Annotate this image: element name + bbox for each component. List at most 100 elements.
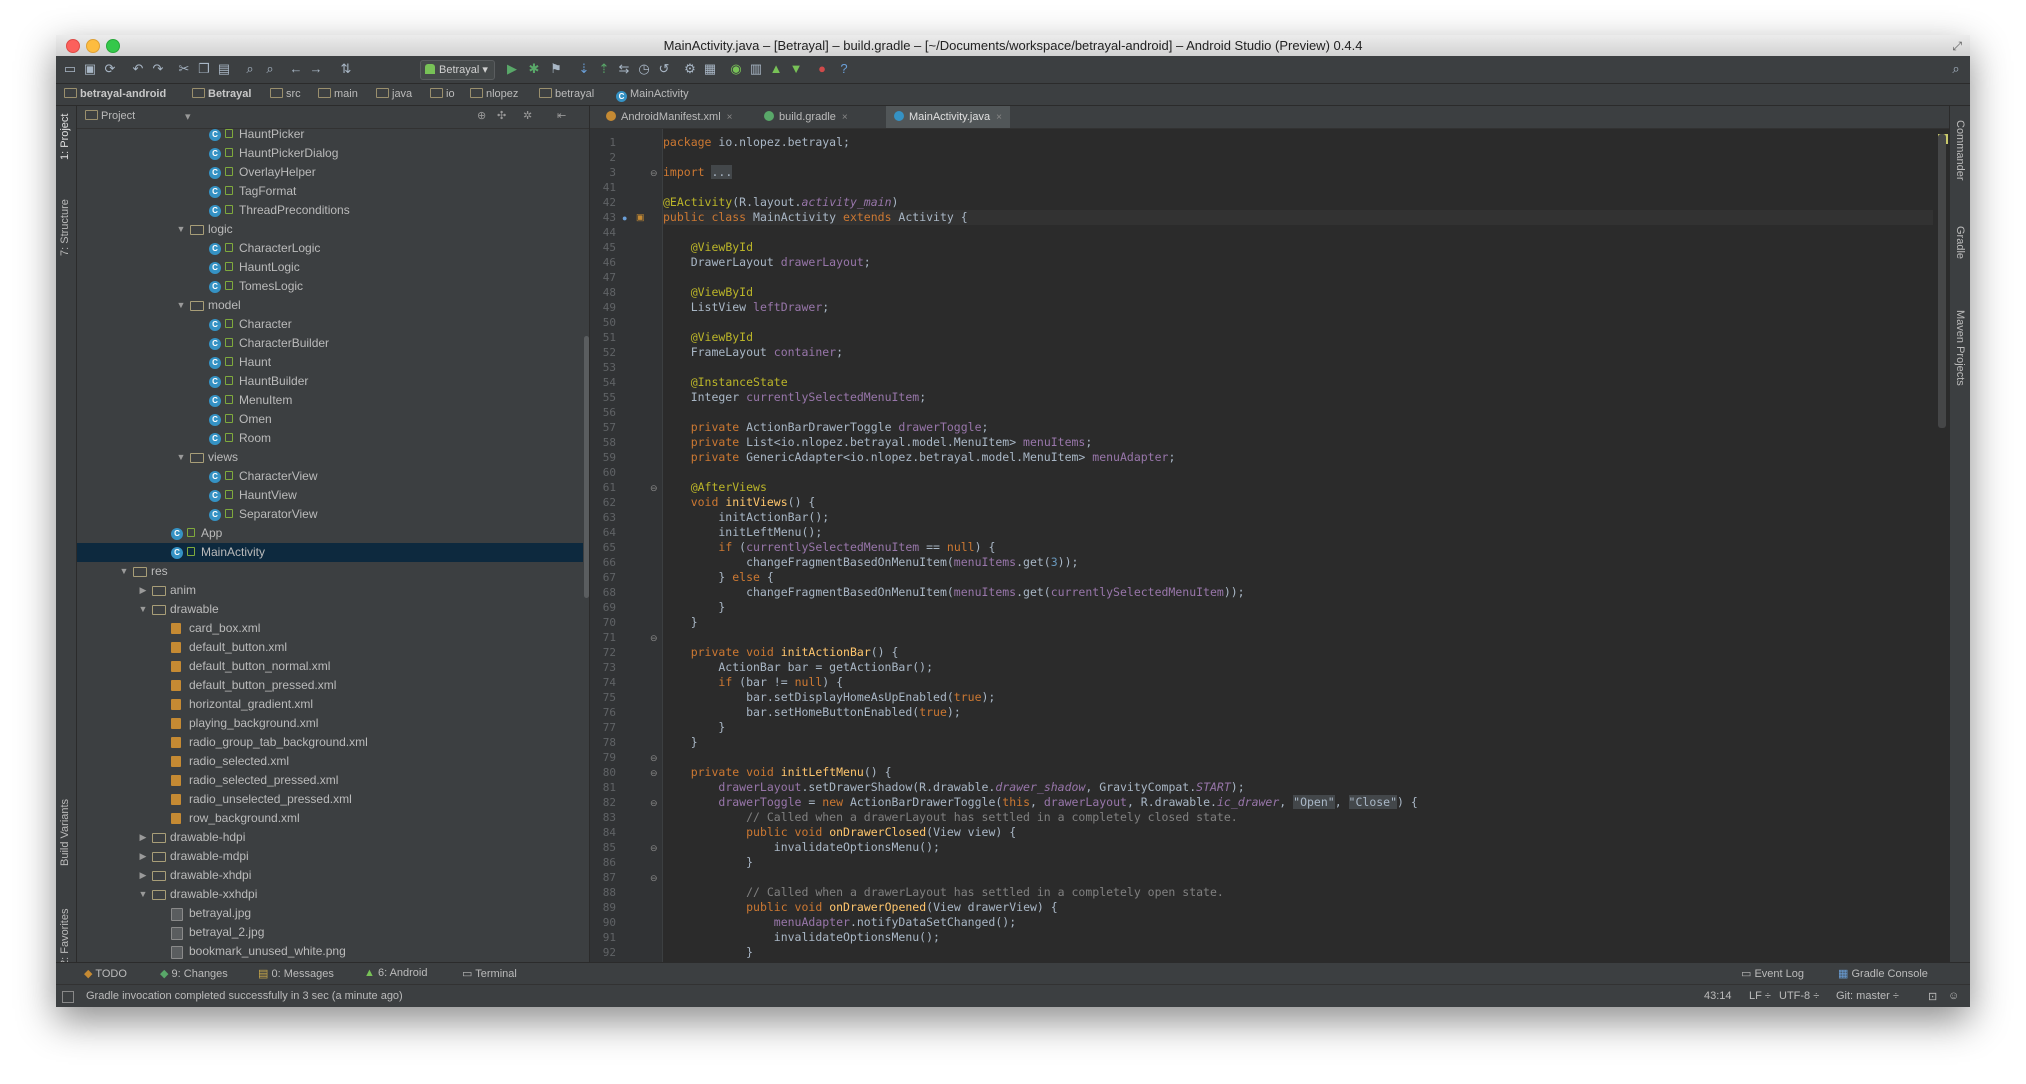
make-project-icon[interactable]: ⇅: [338, 61, 354, 77]
code-line[interactable]: private void initActionBar() {: [663, 645, 899, 660]
breadcrumb-item[interactable]: nlopez: [470, 88, 518, 100]
close-tab-icon[interactable]: ×: [842, 112, 848, 123]
code-line[interactable]: ListView leftDrawer;: [663, 300, 830, 315]
code-line[interactable]: } else {: [663, 570, 773, 585]
tree-item[interactable]: playing_background.xml: [77, 714, 583, 733]
code-line[interactable]: void initViews() {: [663, 495, 816, 510]
code-line[interactable]: import ...: [663, 165, 733, 180]
tree-item[interactable]: C OverlayHelper: [77, 163, 583, 182]
code-line[interactable]: initLeftMenu();: [663, 525, 822, 540]
code-line[interactable]: }: [663, 855, 753, 870]
sdk-manager-icon[interactable]: ▥: [748, 61, 764, 77]
tree-item[interactable]: ▼ drawable-xxhdpi: [77, 885, 583, 904]
tool-tab-commander[interactable]: Commander: [1954, 120, 1966, 181]
code-line[interactable]: }: [663, 720, 725, 735]
fold-marker-icon[interactable]: ⊖: [650, 633, 658, 644]
forward-icon[interactable]: →: [308, 61, 324, 77]
vcs-compare-icon[interactable]: ⇆: [616, 61, 632, 77]
tool-tab-maven-projects[interactable]: Maven Projects: [1954, 310, 1966, 386]
gear-icon[interactable]: ✲: [523, 109, 532, 122]
tree-item[interactable]: C MainActivity: [77, 543, 583, 562]
code-line[interactable]: public void onDrawerClosed(View view) {: [663, 825, 1016, 840]
code-line[interactable]: public void onDrawerOpened(View drawerVi…: [663, 900, 1058, 915]
sync-icon[interactable]: ⟳: [102, 61, 118, 77]
code-line[interactable]: @ViewById: [663, 240, 753, 255]
expand-arrow-icon[interactable]: ▼: [176, 296, 186, 315]
code-area[interactable]: package io.nlopez.betrayal; import ... @EA…: [663, 129, 1933, 962]
expand-arrow-icon[interactable]: ▼: [119, 562, 129, 581]
help-icon[interactable]: ?: [836, 61, 852, 77]
code-line[interactable]: Integer currentlySelectedMenuItem;: [663, 390, 926, 405]
code-line[interactable]: private List<io.nlopez.betrayal.model.Me…: [663, 435, 1093, 450]
gradle-sync-icon[interactable]: ▲: [768, 61, 784, 77]
tool-tab-terminal[interactable]: ▭ Terminal: [462, 967, 517, 980]
tree-item[interactable]: C Haunt: [77, 353, 583, 372]
tree-item[interactable]: betrayal.jpg: [77, 904, 583, 923]
fold-marker-icon[interactable]: ⊖: [650, 873, 658, 884]
tree-item[interactable]: ▼ drawable: [77, 600, 583, 619]
project-scrollbar[interactable]: [584, 336, 589, 598]
fold-marker-icon[interactable]: ⊖: [650, 798, 658, 809]
tool-tab-gradle-console[interactable]: ▦ Gradle Console: [1838, 967, 1928, 980]
code-line[interactable]: @AfterViews: [663, 480, 767, 495]
tree-item[interactable]: C Room: [77, 429, 583, 448]
fullscreen-icon[interactable]: ⤢: [1952, 39, 1962, 54]
tool-tab-todo[interactable]: ◆ TODO: [84, 967, 127, 980]
tool-tab-event-log[interactable]: ▭ Event Log: [1741, 967, 1804, 980]
tool-tab-favorites[interactable]: 2: Favorites: [59, 909, 71, 966]
code-line[interactable]: @ViewById: [663, 285, 753, 300]
redo-icon[interactable]: ↷: [150, 61, 166, 77]
code-line[interactable]: }: [663, 600, 725, 615]
project-view-selector[interactable]: Project: [85, 110, 135, 122]
code-line[interactable]: // Called when a drawerLayout has settle…: [663, 885, 1224, 900]
code-line[interactable]: ActionBar bar = getActionBar();: [663, 660, 933, 675]
code-line[interactable]: }: [663, 615, 698, 630]
tree-item[interactable]: C HauntLogic: [77, 258, 583, 277]
tool-tab-messages[interactable]: ▤ 0: Messages: [258, 967, 334, 980]
line-separator[interactable]: LF ÷: [1749, 990, 1771, 1002]
paste-icon[interactable]: ▤: [216, 61, 232, 77]
editor-tab[interactable]: MainActivity.java ×: [886, 106, 1010, 128]
tree-item[interactable]: ▶ drawable-hdpi: [77, 828, 583, 847]
code-line[interactable]: // Called when a drawerLayout has settle…: [663, 810, 1238, 825]
tree-item[interactable]: C SeparatorView: [77, 505, 583, 524]
undo-icon[interactable]: ↶: [130, 61, 146, 77]
collapse-arrow-icon[interactable]: ▶: [138, 847, 148, 866]
vcs-branch[interactable]: Git: master ÷: [1836, 990, 1899, 1002]
expand-arrow-icon[interactable]: ▼: [138, 600, 148, 619]
tree-item[interactable]: C HauntPickerDialog: [77, 144, 583, 163]
tree-item[interactable]: radio_selected_pressed.xml: [77, 771, 583, 790]
code-line[interactable]: private GenericAdapter<io.nlopez.betraya…: [663, 450, 1176, 465]
tree-item[interactable]: C TomesLogic: [77, 277, 583, 296]
tree-item[interactable]: C HauntView: [77, 486, 583, 505]
tree-item[interactable]: C CharacterBuilder: [77, 334, 583, 353]
tree-item[interactable]: C CharacterView: [77, 467, 583, 486]
fold-marker-icon[interactable]: ⊖: [650, 768, 658, 779]
toggle-tool-windows-icon[interactable]: [62, 991, 74, 1003]
code-line[interactable]: bar.setHomeButtonEnabled(true);: [663, 705, 961, 720]
caret-position[interactable]: 43:14: [1704, 990, 1732, 1002]
tree-item[interactable]: C CharacterLogic: [77, 239, 583, 258]
tree-item[interactable]: betrayal_2.jpg: [77, 923, 583, 942]
tool-tab-changes[interactable]: ◆ 9: Changes: [160, 967, 228, 980]
code-line[interactable]: drawerLayout.setDrawerShadow(R.drawable.…: [663, 780, 1244, 795]
cut-icon[interactable]: ✂: [176, 61, 192, 77]
code-line[interactable]: DrawerLayout drawerLayout;: [663, 255, 871, 270]
code-line[interactable]: private void initLeftMenu() {: [663, 765, 892, 780]
fold-marker-icon[interactable]: ⊖: [650, 483, 658, 494]
fold-marker-icon[interactable]: ⊖: [650, 168, 658, 179]
replace-icon[interactable]: ⌕: [262, 61, 278, 77]
code-line[interactable]: invalidateOptionsMenu();: [663, 840, 940, 855]
tree-item[interactable]: ▼ views: [77, 448, 583, 467]
ddms-icon[interactable]: ●: [814, 61, 830, 77]
vcs-history-icon[interactable]: ◷: [636, 61, 652, 77]
tree-item[interactable]: C HauntPicker: [77, 129, 583, 144]
tree-item[interactable]: C TagFormat: [77, 182, 583, 201]
code-line[interactable]: public class MainActivity extends Activi…: [663, 210, 1933, 225]
find-icon[interactable]: ⌕: [242, 61, 258, 77]
expand-arrow-icon[interactable]: ▼: [176, 220, 186, 239]
tree-item[interactable]: ▼ res: [77, 562, 583, 581]
code-line[interactable]: changeFragmentBasedOnMenuItem(menuItems.…: [663, 585, 1245, 600]
breadcrumb-item[interactable]: java: [376, 88, 412, 100]
editor-tab[interactable]: build.gradle ×: [756, 106, 856, 128]
